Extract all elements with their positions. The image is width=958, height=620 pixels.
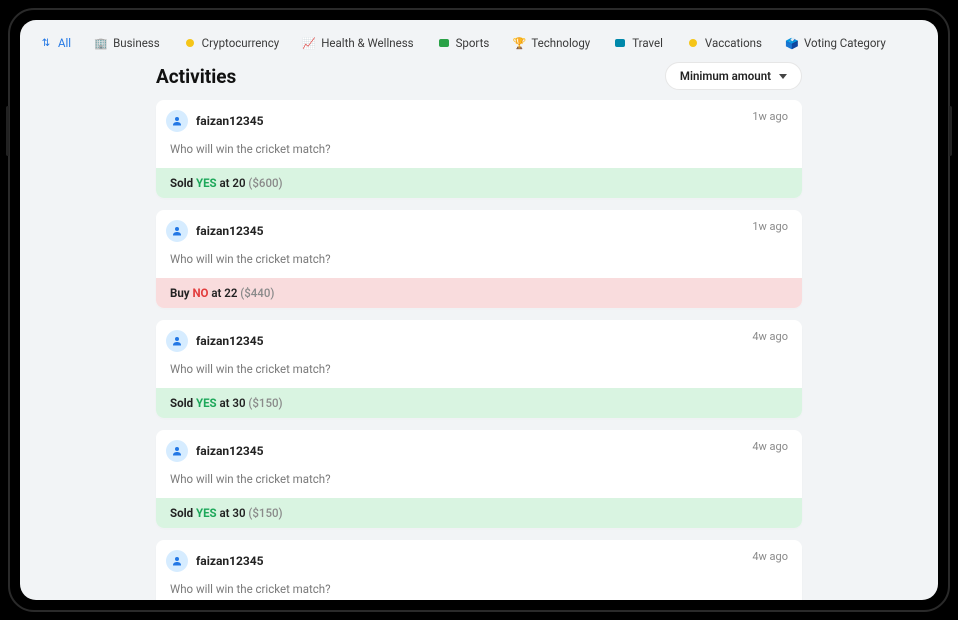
trade-at-word: at: [219, 176, 229, 190]
tab-label: Sports: [456, 36, 490, 50]
category-tab-sports[interactable]: Sports: [428, 30, 500, 56]
user-block[interactable]: faizan12345: [166, 440, 264, 462]
trade-price: 22: [224, 286, 237, 300]
timestamp: 4w ago: [752, 440, 788, 453]
vacation-icon: [687, 37, 699, 49]
avatar: [166, 550, 188, 572]
trade-at-word: at: [219, 506, 229, 520]
category-tab-travel[interactable]: Travel: [604, 30, 673, 56]
user-block[interactable]: faizan12345: [166, 220, 264, 242]
content-area: Activities Minimum amount faizan12345 1w …: [20, 56, 938, 600]
trade-action: Buy: [170, 286, 190, 300]
trade-bar: Sold YES at 20 ($600): [156, 168, 802, 198]
username: faizan12345: [196, 334, 264, 348]
tab-label: Voting Category: [804, 36, 886, 50]
minimum-amount-label: Minimum amount: [680, 69, 771, 83]
trade-amount: ($600): [248, 176, 282, 190]
trade-bar: Sold YES at 30 ($150): [156, 498, 802, 528]
avatar: [166, 330, 188, 352]
chevron-down-icon: [779, 74, 787, 79]
device-side-button-left: [6, 106, 9, 156]
trade-action: Sold: [170, 176, 193, 190]
trade-side: YES: [196, 506, 217, 520]
avatar: [166, 440, 188, 462]
tab-label: Health & Wellness: [321, 36, 413, 50]
username: faizan12345: [196, 224, 264, 238]
activity-card-header: faizan12345 4w ago: [156, 430, 802, 462]
page-header: Activities Minimum amount: [156, 62, 802, 90]
page-title: Activities: [156, 65, 236, 88]
app-screen: ⇅ All 🏢 Business Cryptocurrency 📈 Health & Wel…: [20, 20, 938, 600]
tab-label: Cryptocurrency: [202, 36, 280, 50]
user-block[interactable]: faizan12345: [166, 550, 264, 572]
trade-price: 20: [232, 176, 245, 190]
activity-question: Who will win the cricket match?: [156, 352, 802, 388]
timestamp: 4w ago: [752, 330, 788, 343]
avatar: [166, 220, 188, 242]
tab-label: Vaccations: [705, 36, 762, 50]
activity-card[interactable]: faizan12345 4w ago Who will win the cricke…: [156, 430, 802, 528]
activity-question: Who will win the cricket match?: [156, 132, 802, 168]
avatar: [166, 110, 188, 132]
trade-at-word: at: [219, 396, 229, 410]
trade-side: YES: [196, 176, 217, 190]
activity-card-header: faizan12345 4w ago: [156, 320, 802, 352]
user-block[interactable]: faizan12345: [166, 330, 264, 352]
timestamp: 4w ago: [752, 550, 788, 563]
activity-card-header: faizan12345 4w ago: [156, 540, 802, 572]
tab-label: Technology: [531, 36, 590, 50]
trade-bar: Sold YES at 30 ($150): [156, 388, 802, 418]
username: faizan12345: [196, 444, 264, 458]
tab-label: Business: [113, 36, 160, 50]
activity-question: Who will win the cricket match?: [156, 242, 802, 278]
trade-bar: Buy NO at 22 ($440): [156, 278, 802, 308]
activity-card[interactable]: faizan12345 4w ago Who will win the cricke…: [156, 540, 802, 600]
trade-action: Sold: [170, 396, 193, 410]
username: faizan12345: [196, 554, 264, 568]
timestamp: 1w ago: [752, 110, 788, 123]
grid-icon: ⇅: [40, 37, 52, 49]
activity-card-header: faizan12345 1w ago: [156, 210, 802, 242]
vote-icon: 🗳️: [786, 37, 798, 49]
tab-label: Travel: [632, 36, 663, 50]
travel-icon: [614, 37, 626, 49]
device-side-button-right: [949, 106, 952, 156]
category-tab-voting-category[interactable]: 🗳️ Voting Category: [776, 30, 896, 56]
trade-price: 30: [232, 506, 245, 520]
trade-action: Sold: [170, 506, 193, 520]
coin-icon: [184, 37, 196, 49]
sports-icon: [438, 37, 450, 49]
activity-list: faizan12345 1w ago Who will win the cricke…: [156, 100, 802, 600]
category-tabs: ⇅ All 🏢 Business Cryptocurrency 📈 Health & Wel…: [20, 20, 938, 56]
health-icon: 📈: [303, 37, 315, 49]
trade-at-word: at: [211, 286, 221, 300]
tab-label: All: [58, 36, 71, 50]
trade-side: YES: [196, 396, 217, 410]
activity-question: Who will win the cricket match?: [156, 572, 802, 600]
trade-price: 30: [232, 396, 245, 410]
activity-card-header: faizan12345 1w ago: [156, 100, 802, 132]
trade-amount: ($440): [240, 286, 274, 300]
activity-question: Who will win the cricket match?: [156, 462, 802, 498]
business-icon: 🏢: [95, 37, 107, 49]
category-tab-cryptocurrency[interactable]: Cryptocurrency: [174, 30, 290, 56]
user-block[interactable]: faizan12345: [166, 110, 264, 132]
category-tab-all[interactable]: ⇅ All: [30, 30, 81, 56]
username: faizan12345: [196, 114, 264, 128]
tablet-frame: ⇅ All 🏢 Business Cryptocurrency 📈 Health & Wel…: [6, 6, 952, 614]
activity-card[interactable]: faizan12345 4w ago Who will win the cricke…: [156, 320, 802, 418]
trade-amount: ($150): [248, 506, 282, 520]
tech-icon: 🏆: [513, 37, 525, 49]
category-tab-health-wellness[interactable]: 📈 Health & Wellness: [293, 30, 423, 56]
category-tab-business[interactable]: 🏢 Business: [85, 30, 170, 56]
minimum-amount-filter[interactable]: Minimum amount: [665, 62, 802, 90]
trade-side: NO: [192, 286, 208, 300]
trade-amount: ($150): [248, 396, 282, 410]
category-tab-technology[interactable]: 🏆 Technology: [503, 30, 600, 56]
timestamp: 1w ago: [752, 220, 788, 233]
activity-card[interactable]: faizan12345 1w ago Who will win the cricke…: [156, 210, 802, 308]
activity-card[interactable]: faizan12345 1w ago Who will win the cricke…: [156, 100, 802, 198]
category-tab-vaccations[interactable]: Vaccations: [677, 30, 772, 56]
